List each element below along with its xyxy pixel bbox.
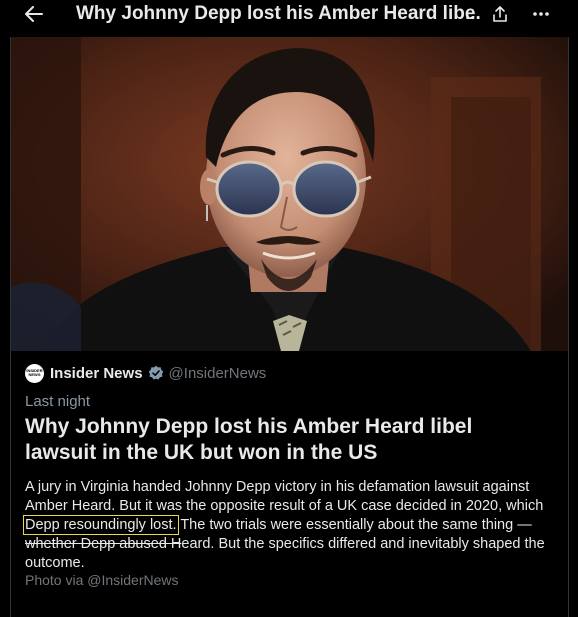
share-icon xyxy=(493,6,507,22)
highlighted-phrase: Depp resoundingly lost. xyxy=(23,515,179,535)
share-button[interactable] xyxy=(488,3,512,25)
article-card[interactable]: INSIDER NEWS Insider News @InsiderNews L… xyxy=(10,37,569,617)
summary-text-2: The two trials were essentially about th… xyxy=(176,517,532,533)
article-headline[interactable]: Why Johnny Depp lost his Amber Heard lib… xyxy=(25,414,545,466)
photo-credit: Photo via @InsiderNews xyxy=(25,572,179,588)
publisher-name[interactable]: Insider News xyxy=(50,365,143,382)
verified-badge-icon xyxy=(148,365,163,380)
page-title: Why Johnny Depp lost his Amber Heard lib… xyxy=(76,3,476,24)
more-horizontal-icon xyxy=(533,12,549,16)
top-bar: Why Johnny Depp lost his Amber Heard lib… xyxy=(0,0,578,30)
summary-text-1: A jury in Virginia handed Johnny Depp vi… xyxy=(25,479,544,514)
publisher-byline[interactable]: INSIDER NEWS Insider News @InsiderNews xyxy=(25,362,266,384)
publisher-logo-text: INSIDER NEWS xyxy=(26,368,43,377)
publisher-handle[interactable]: @InsiderNews xyxy=(169,365,267,382)
portrait-photo xyxy=(11,37,568,351)
publisher-avatar[interactable]: INSIDER NEWS xyxy=(25,363,44,383)
more-options-button[interactable] xyxy=(528,3,554,25)
title-ellipsis: ... xyxy=(465,3,481,24)
struck-through-text: whether Depp abused H xyxy=(25,536,182,552)
arrow-left-icon xyxy=(25,6,43,22)
article-summary: A jury in Virginia handed Johnny Depp vi… xyxy=(23,478,560,573)
timestamp: Last night xyxy=(25,393,91,410)
back-button[interactable] xyxy=(22,3,46,25)
article-hero-image[interactable] xyxy=(11,37,568,351)
